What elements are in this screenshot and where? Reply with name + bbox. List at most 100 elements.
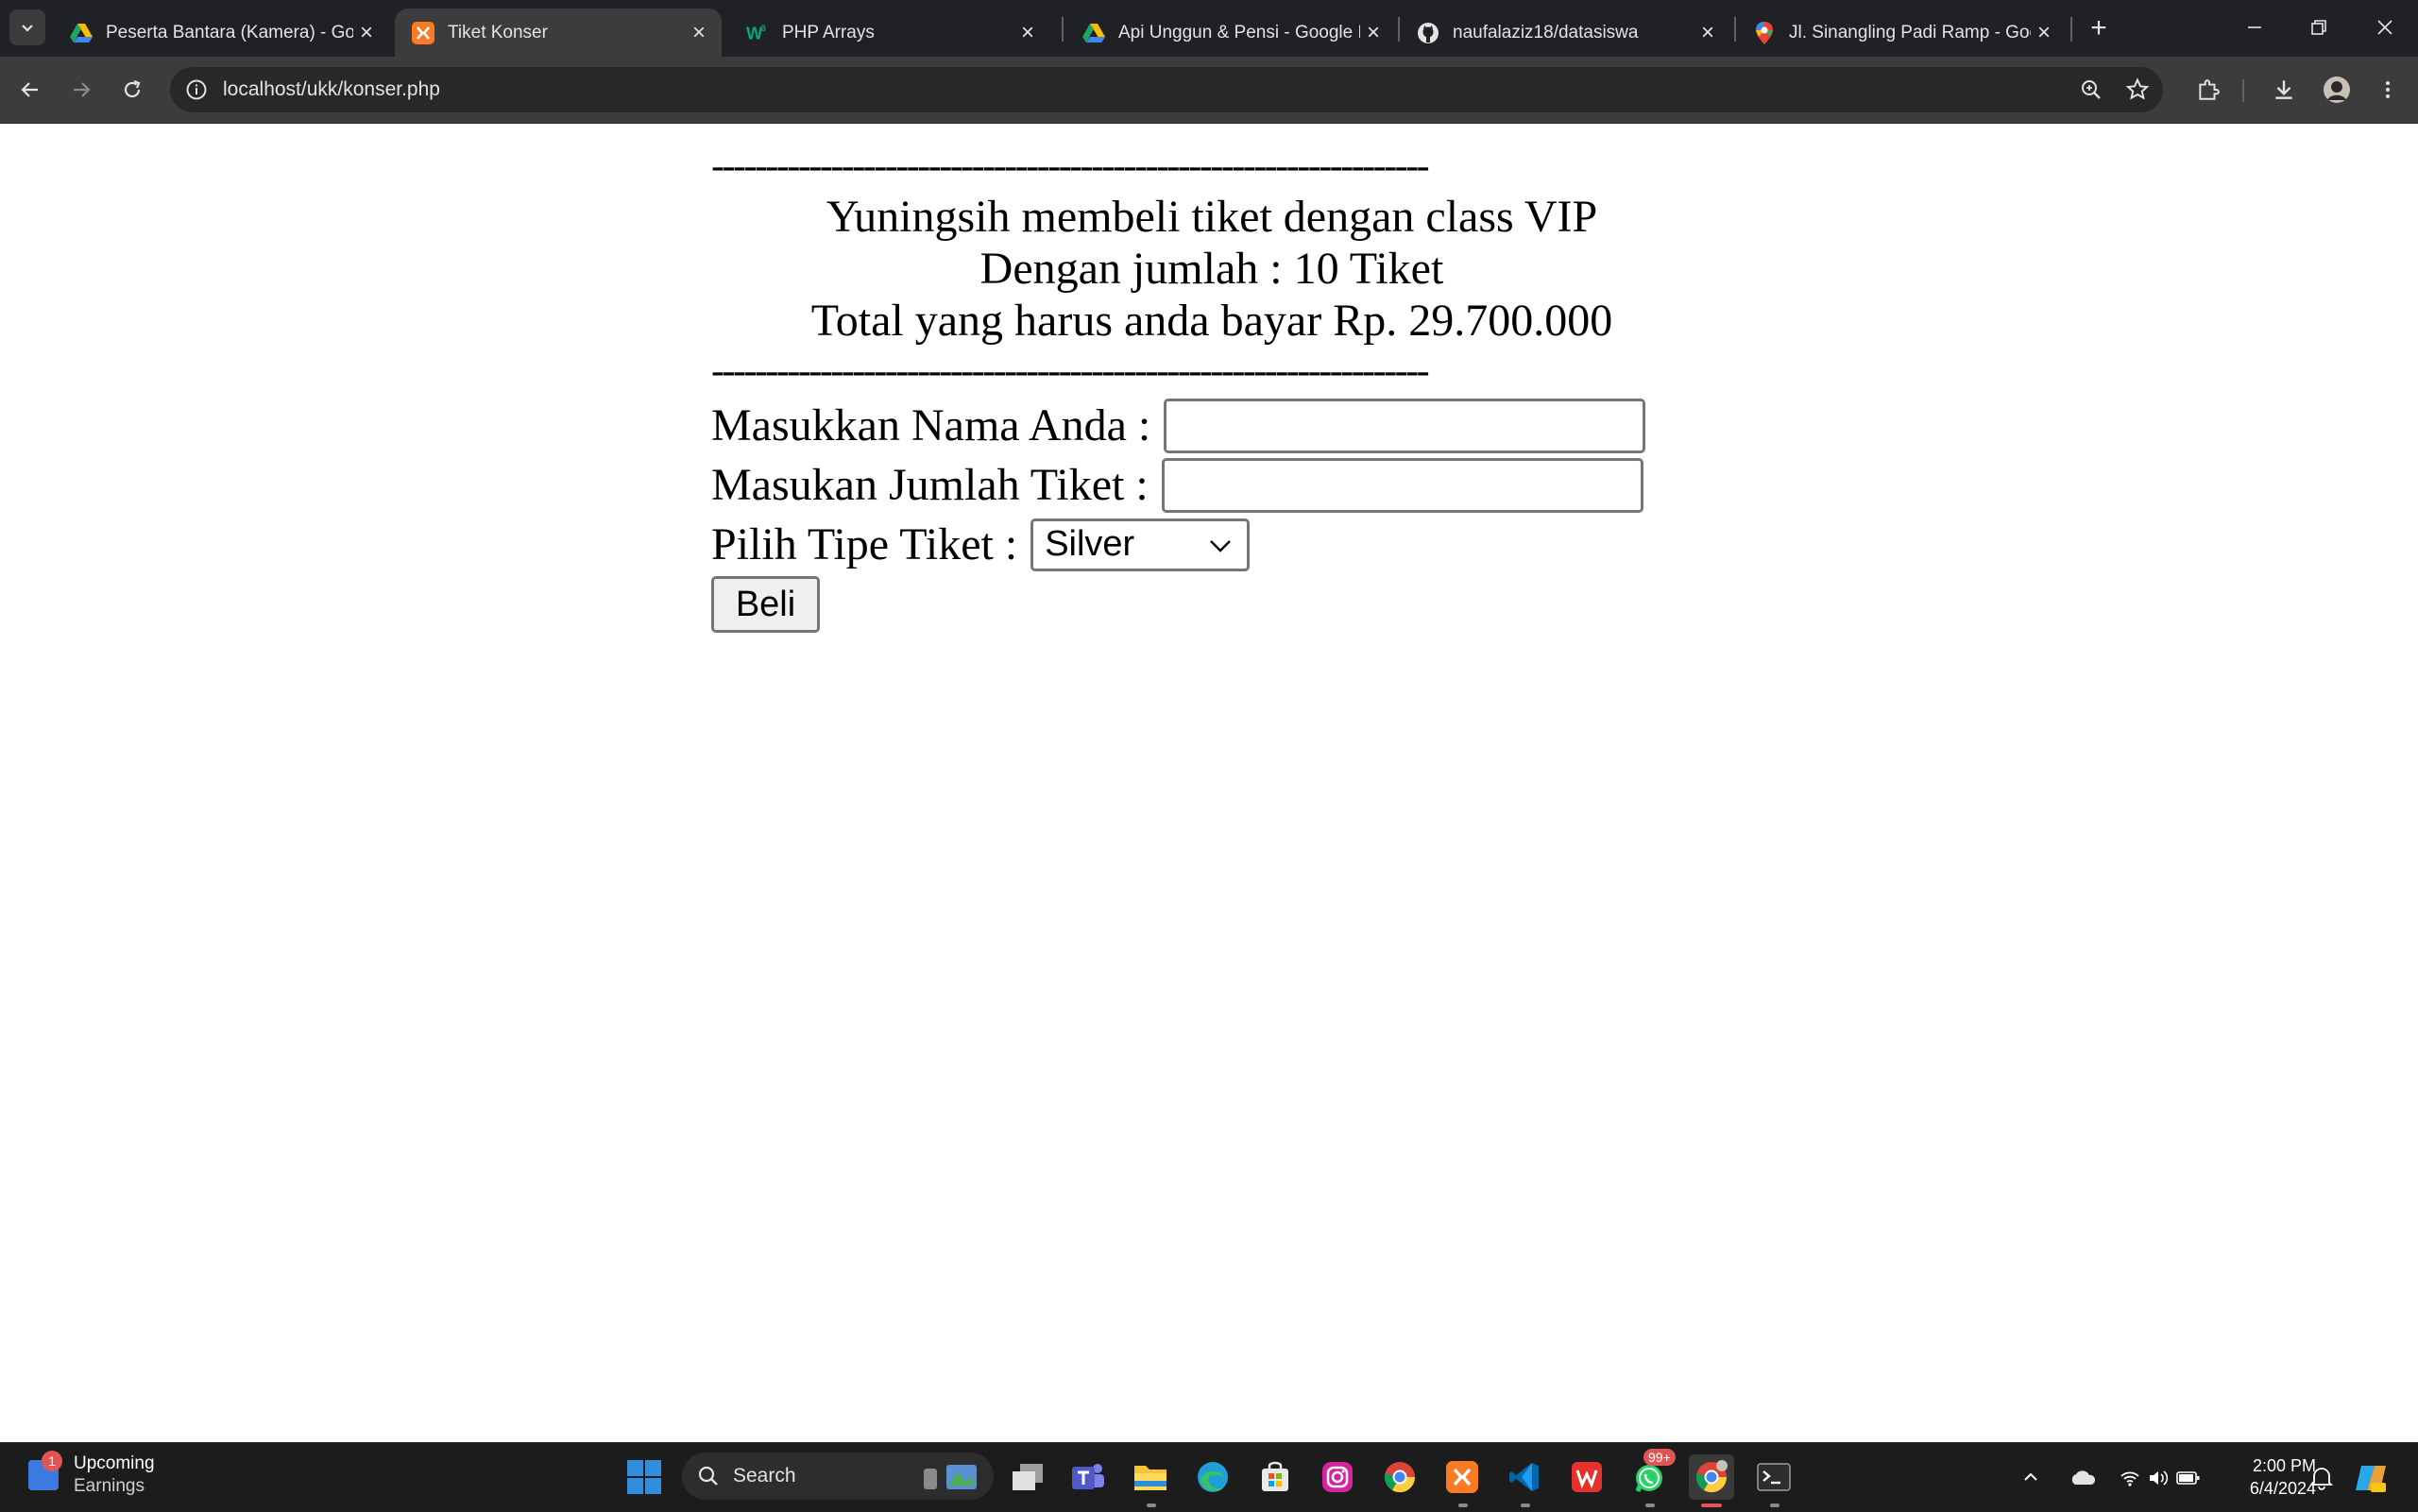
- buy-button[interactable]: Beli: [711, 576, 820, 633]
- close-icon[interactable]: ×: [1360, 20, 1387, 46]
- wifi-icon[interactable]: [2120, 1468, 2140, 1488]
- extensions-button[interactable]: [2189, 71, 2227, 109]
- xampp-icon: [412, 21, 434, 44]
- running-indicator: [1770, 1504, 1779, 1507]
- name-input[interactable]: [1164, 398, 1646, 453]
- clock-date: 6/4/2024: [2249, 1479, 2316, 1498]
- start-button[interactable]: [622, 1454, 667, 1500]
- quantity-input[interactable]: [1161, 457, 1643, 513]
- restore-icon: [2311, 20, 2326, 35]
- tab-tiket-konser[interactable]: Tiket Konser ×: [395, 8, 722, 57]
- onedrive-icon[interactable]: [2069, 1468, 2097, 1487]
- file-explorer-icon[interactable]: [1128, 1454, 1173, 1500]
- volume-icon[interactable]: [2148, 1468, 2169, 1488]
- new-tab-button[interactable]: +: [2084, 12, 2114, 43]
- reload-icon: [124, 79, 141, 98]
- google-drive-icon: [1082, 22, 1105, 44]
- clock[interactable]: 2:00 PM 6/4/2024: [2222, 1454, 2316, 1500]
- chevron-down-icon: [22, 25, 33, 32]
- copilot-icon[interactable]: [2354, 1462, 2388, 1494]
- downloads-button[interactable]: [2265, 71, 2303, 109]
- chrome-profile-icon[interactable]: [1689, 1454, 1734, 1500]
- edge-icon[interactable]: [1190, 1454, 1235, 1500]
- widget-text: Upcoming Earnings: [74, 1453, 155, 1498]
- instagram-icon[interactable]: [1315, 1454, 1360, 1500]
- ticket-type-label: Pilih Tipe Tiket :: [711, 519, 1018, 569]
- tab-title: Api Unggun & Pensi - Google D: [1118, 22, 1360, 42]
- ticket-type-value: Silver: [1045, 524, 1135, 564]
- close-icon[interactable]: ×: [1694, 20, 1721, 46]
- xampp-icon[interactable]: [1439, 1454, 1485, 1500]
- minimize-button[interactable]: [2223, 0, 2286, 55]
- running-indicator: [1147, 1504, 1156, 1507]
- widget-badge: 1: [42, 1451, 62, 1471]
- google-maps-icon: [1753, 21, 1776, 44]
- close-icon[interactable]: ×: [686, 20, 712, 46]
- running-indicator: [1521, 1504, 1530, 1507]
- notification-bell-icon[interactable]: [2310, 1466, 2333, 1490]
- forward-button[interactable]: [62, 71, 100, 109]
- w3schools-icon: W3: [746, 22, 769, 44]
- tab-php-arrays[interactable]: W3 PHP Arrays ×: [729, 8, 1050, 57]
- teams-icon[interactable]: [1065, 1454, 1111, 1500]
- close-icon[interactable]: ×: [1014, 20, 1041, 46]
- address-bar[interactable]: localhost/ukk/konser.php: [170, 67, 2163, 112]
- taskbar-search[interactable]: Search: [682, 1453, 994, 1500]
- toolbar-divider: [2242, 79, 2244, 102]
- stocks-icon: 1: [28, 1451, 62, 1490]
- tab-title: Peserta Bantara (Kamera) - Goo: [106, 22, 353, 42]
- tab-api-unggun[interactable]: Api Unggun & Pensi - Google D ×: [1065, 8, 1396, 57]
- search-highlight-icon: [924, 1465, 977, 1489]
- back-button[interactable]: [11, 71, 49, 109]
- chrome-icon[interactable]: [1377, 1454, 1422, 1500]
- more-vertical-icon: [2386, 81, 2390, 98]
- close-icon[interactable]: ×: [2031, 20, 2057, 46]
- zoom-icon[interactable]: [2080, 78, 2103, 101]
- tab-search-button[interactable]: [9, 9, 45, 45]
- active-indicator: [1701, 1504, 1722, 1507]
- quantity-label: Masukan Jumlah Tiket :: [711, 460, 1149, 510]
- whatsapp-icon[interactable]: 99+: [1626, 1449, 1676, 1500]
- summary-buyer: Yuningsih membeli tiket dengan class VIP: [826, 192, 1598, 242]
- close-icon[interactable]: ×: [353, 20, 380, 46]
- puzzle-icon: [2199, 79, 2220, 100]
- tab-title: Tiket Konser: [448, 22, 548, 42]
- tab-separator: [2070, 17, 2072, 42]
- search-icon: [698, 1466, 718, 1486]
- tab-title: naufalaziz18/datasiswa: [1453, 22, 1639, 42]
- tab-google-maps[interactable]: Jl. Sinangling Padi Ramp - Goo ×: [1736, 8, 2067, 57]
- tab-github-datasiswa[interactable]: naufalaziz18/datasiswa ×: [1400, 8, 1730, 57]
- arrow-left-icon: [21, 82, 38, 97]
- profile-button[interactable]: [2318, 71, 2356, 109]
- tab-separator: [1062, 17, 1064, 42]
- info-icon[interactable]: [185, 78, 208, 101]
- widgets-button[interactable]: 1 Upcoming Earnings: [28, 1451, 155, 1498]
- name-row: Masukkan Nama Anda :: [711, 396, 1712, 455]
- tab-title: PHP Arrays: [782, 22, 875, 42]
- url-text[interactable]: localhost/ukk/konser.php: [223, 67, 440, 112]
- microsoft-store-icon[interactable]: [1252, 1454, 1298, 1500]
- wps-office-icon[interactable]: [1564, 1454, 1609, 1500]
- menu-button[interactable]: [2369, 71, 2407, 109]
- close-window-button[interactable]: [2354, 0, 2416, 55]
- purchase-summary: Yuningsih membeli tiket dengan class VIP…: [711, 191, 1712, 347]
- vscode-icon[interactable]: [1502, 1454, 1547, 1500]
- tab-peserta-bantara[interactable]: Peserta Bantara (Kamera) - Goo ×: [53, 8, 389, 57]
- arrow-right-icon: [74, 82, 91, 97]
- separator-top: ----------------------------------------…: [711, 144, 1430, 188]
- terminal-icon[interactable]: [1751, 1454, 1796, 1500]
- quantity-row: Masukan Jumlah Tiket :: [711, 455, 1712, 515]
- summary-total: Total yang harus anda bayar Rp. 29.700.0…: [810, 296, 1613, 346]
- battery-icon[interactable]: [2176, 1470, 2201, 1487]
- ticket-type-select[interactable]: Silver: [1030, 518, 1251, 571]
- tab-strip: Peserta Bantara (Kamera) - Goo × Tiket K…: [0, 0, 2418, 57]
- reload-button[interactable]: [113, 71, 151, 109]
- google-drive-icon: [70, 22, 93, 44]
- github-icon: [1417, 22, 1439, 44]
- restore-button[interactable]: [2288, 0, 2350, 55]
- star-icon[interactable]: [2125, 77, 2150, 102]
- chevron-up-icon[interactable]: [2021, 1468, 2040, 1487]
- running-indicator: [1458, 1504, 1468, 1507]
- taskbar: 1 Upcoming Earnings Search 99+ 2:00 PM 6…: [0, 1442, 2418, 1512]
- task-view-icon[interactable]: [1005, 1454, 1050, 1500]
